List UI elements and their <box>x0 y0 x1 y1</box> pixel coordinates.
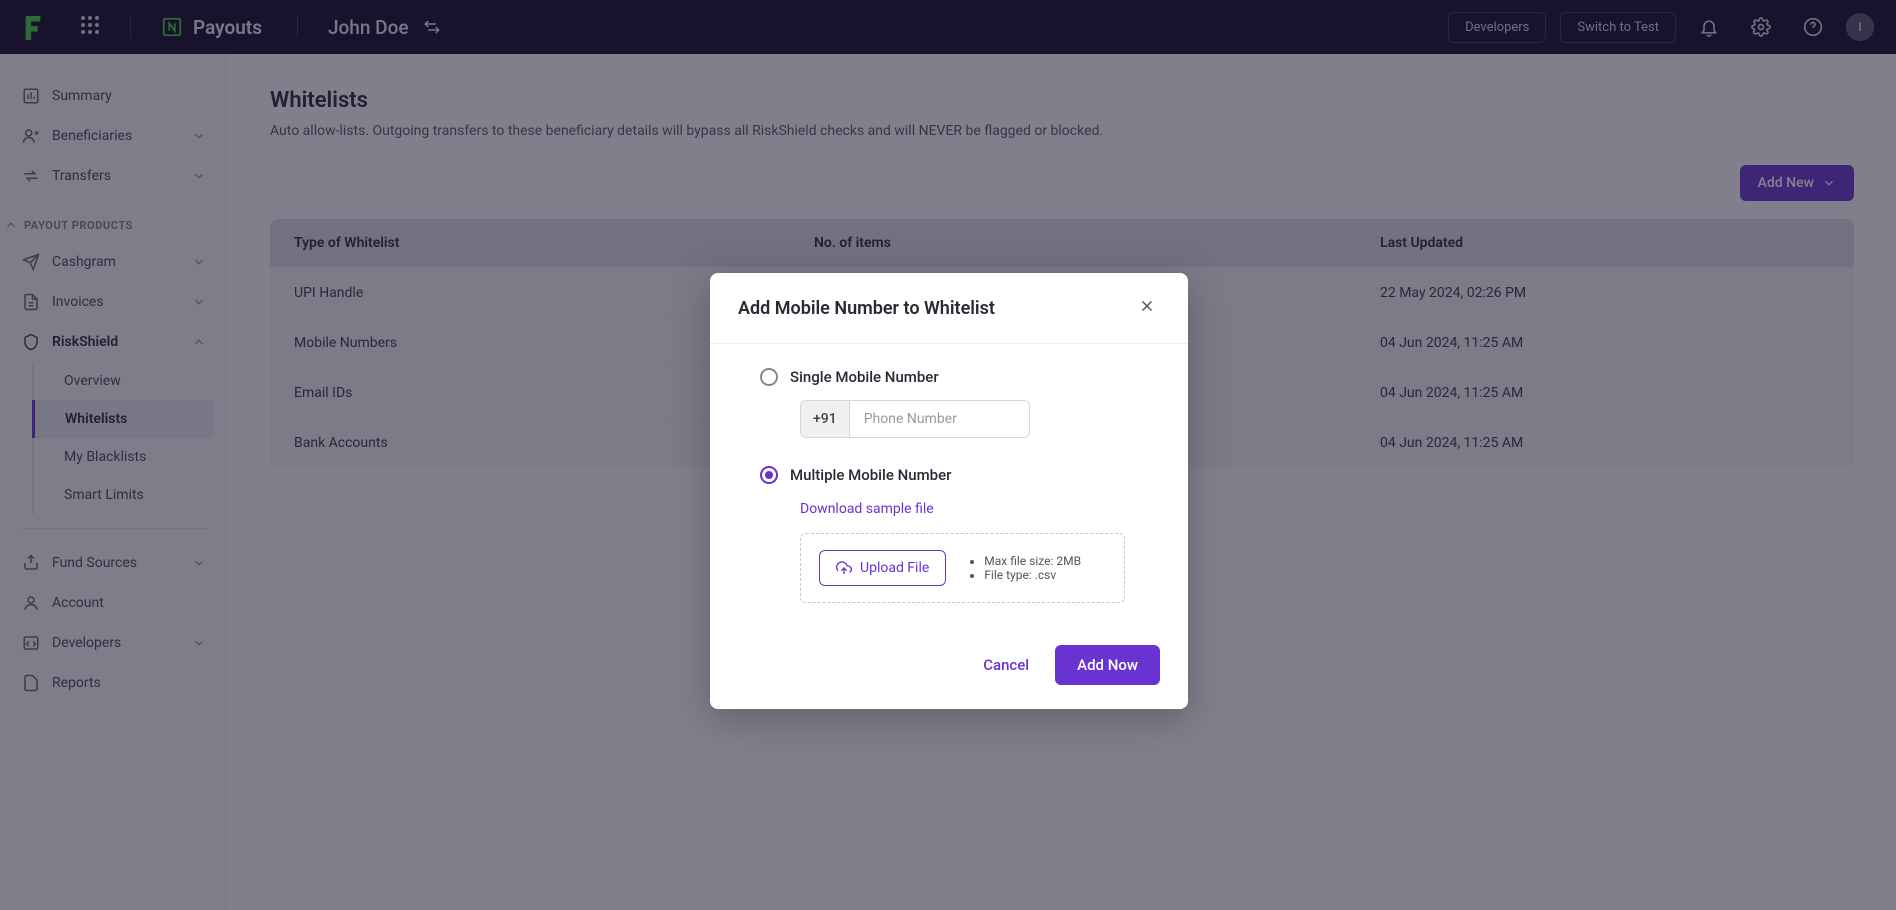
add-now-button[interactable]: Add Now <box>1055 645 1160 685</box>
hint-max-size: Max file size: 2MB <box>984 554 1081 568</box>
download-sample-link[interactable]: Download sample file <box>800 501 934 517</box>
modal-title: Add Mobile Number to Whitelist <box>738 298 995 319</box>
radio-selected-icon <box>760 466 778 484</box>
phone-input-group: +91 <box>800 400 1030 438</box>
upload-file-button[interactable]: Upload File <box>819 550 946 586</box>
radio-unselected-icon <box>760 368 778 386</box>
hint-file-type: File type: .csv <box>984 568 1081 582</box>
phone-country-code: +91 <box>801 401 850 437</box>
modal-body: Single Mobile Number +91 Multiple Mobile… <box>710 344 1188 631</box>
add-mobile-whitelist-modal: Add Mobile Number to Whitelist Single Mo… <box>710 273 1188 709</box>
multiple-mobile-label: Multiple Mobile Number <box>790 466 951 484</box>
single-mobile-radio[interactable]: Single Mobile Number <box>760 368 1138 386</box>
upload-button-label: Upload File <box>860 560 929 576</box>
upload-hint-list: Max file size: 2MB File type: .csv <box>970 554 1081 582</box>
modal-header: Add Mobile Number to Whitelist <box>710 273 1188 344</box>
multiple-mobile-radio[interactable]: Multiple Mobile Number <box>760 466 1138 484</box>
cancel-button[interactable]: Cancel <box>975 646 1037 684</box>
phone-number-input[interactable] <box>850 401 1030 437</box>
close-icon[interactable] <box>1134 293 1160 323</box>
modal-footer: Cancel Add Now <box>710 631 1188 709</box>
upload-dropzone: Upload File Max file size: 2MB File type… <box>800 533 1125 603</box>
upload-cloud-icon <box>836 560 852 576</box>
single-mobile-label: Single Mobile Number <box>790 368 939 386</box>
